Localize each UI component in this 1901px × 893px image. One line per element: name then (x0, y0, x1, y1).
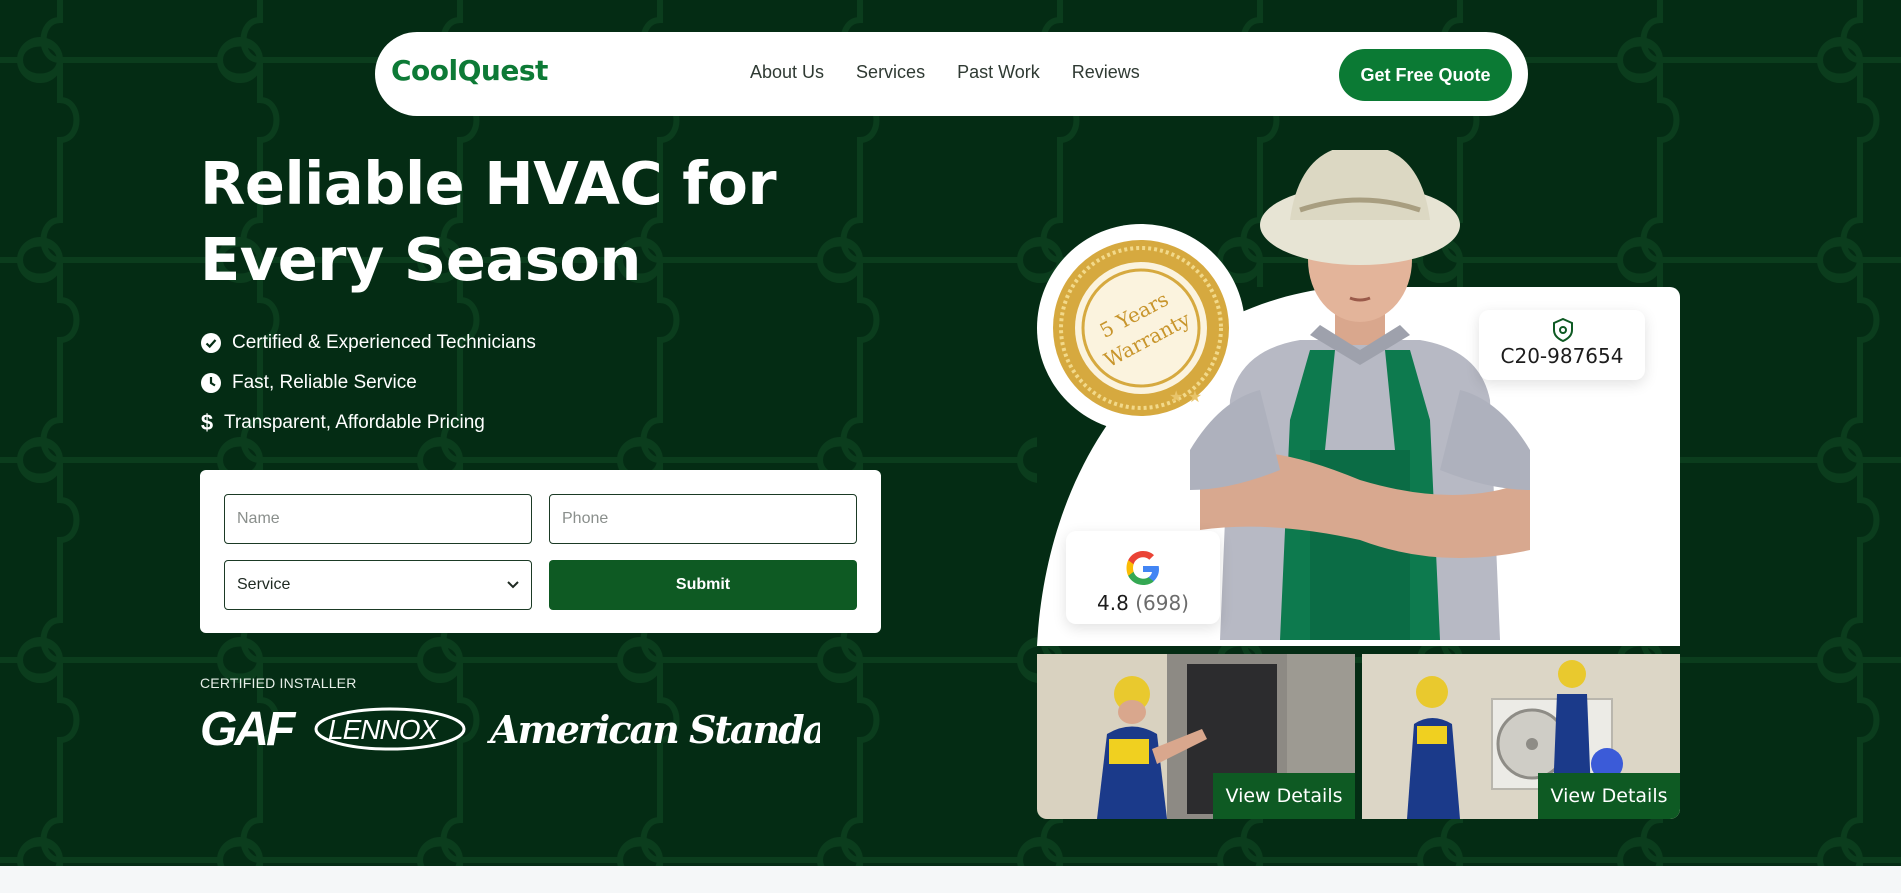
brand-logos: GAF LENNOX American Standard (200, 706, 820, 752)
star-icon: ★ ★ (1169, 389, 1202, 406)
rating-score: 4.8 (1097, 591, 1129, 615)
get-free-quote-button[interactable]: Get Free Quote (1339, 49, 1512, 101)
phone-input[interactable]: Phone (549, 494, 857, 544)
feature-list: Certified & Experienced Technicians Fast… (200, 323, 536, 443)
rating-value: 4.8 (698) (1066, 591, 1220, 615)
lennox-logo: LENNOX (314, 707, 466, 751)
gaf-logo: GAF (200, 706, 297, 752)
quote-form: Name Phone Service Submit (200, 470, 881, 633)
service-select-value: Service (237, 576, 291, 593)
feature-item: Fast, Reliable Service (200, 363, 536, 403)
view-details-button[interactable]: View Details (1213, 773, 1355, 819)
dollar-icon: $ (200, 410, 214, 435)
license-number: C20-987654 (1500, 344, 1624, 368)
name-input[interactable]: Name (224, 494, 532, 544)
view-details-button[interactable]: View Details (1538, 773, 1680, 819)
feature-text: Certified & Experienced Technicians (232, 332, 536, 353)
top-navbar: CoolQuest About Us Services Past Work Re… (375, 32, 1528, 116)
nav-link-services[interactable]: Services (856, 62, 925, 83)
past-work-thumbnail[interactable]: View Details (1037, 654, 1355, 819)
american-standard-logo: American Standard (487, 707, 820, 752)
nav-links: About Us Services Past Work Reviews (750, 62, 1140, 83)
nav-link-about-us[interactable]: About Us (750, 62, 824, 83)
warranty-seal-icon: 5 Years Warranty ★ ★ (1053, 240, 1229, 416)
feature-text: Fast, Reliable Service (232, 372, 417, 393)
submit-button[interactable]: Submit (549, 560, 857, 610)
shield-icon (1553, 318, 1573, 342)
next-section-edge (0, 866, 1901, 893)
feature-item: $ Transparent, Affordable Pricing (200, 403, 536, 443)
check-circle-icon (200, 332, 222, 354)
feature-text: Transparent, Affordable Pricing (224, 412, 485, 433)
warranty-badge: 5 Years Warranty ★ ★ (1037, 224, 1245, 432)
rating-count: (698) (1135, 591, 1189, 615)
logo[interactable]: CoolQuest (391, 54, 548, 87)
past-work-thumbnail[interactable]: View Details (1362, 654, 1680, 819)
nav-link-reviews[interactable]: Reviews (1072, 62, 1140, 83)
clock-icon (200, 372, 222, 394)
service-select[interactable]: Service (224, 560, 532, 610)
google-rating-card: 4.8 (698) (1066, 531, 1220, 624)
certified-label: CERTIFIED INSTALLER (200, 675, 357, 691)
feature-item: Certified & Experienced Technicians (200, 323, 536, 363)
hero-section: CoolQuest About Us Services Past Work Re… (0, 0, 1901, 866)
license-card: C20-987654 (1479, 310, 1645, 380)
svg-text:LENNOX: LENNOX (328, 714, 439, 745)
chevron-down-icon (507, 581, 519, 589)
hero-headline: Reliable HVAC for Every Season (200, 149, 777, 294)
nav-link-past-work[interactable]: Past Work (957, 62, 1040, 83)
google-icon (1126, 551, 1159, 585)
